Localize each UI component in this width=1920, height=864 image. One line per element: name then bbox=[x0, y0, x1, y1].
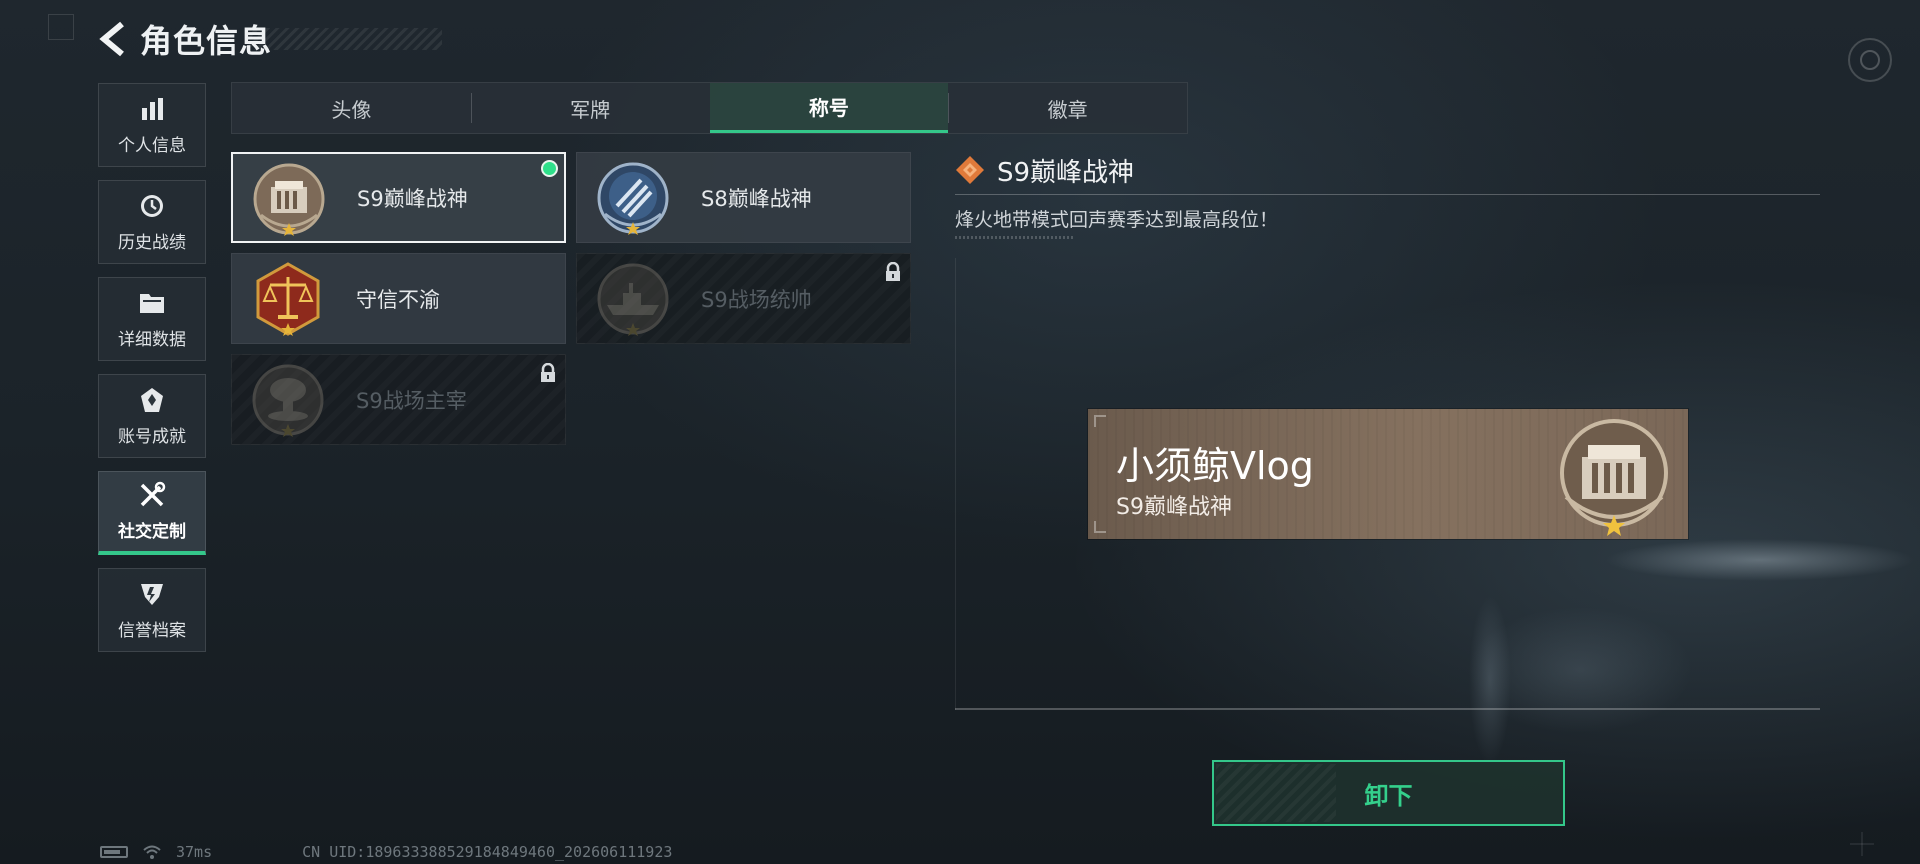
tools-icon bbox=[138, 481, 166, 509]
divider bbox=[955, 236, 1075, 239]
medal-icon bbox=[138, 386, 166, 414]
bar-chart-icon bbox=[138, 95, 166, 123]
title-decoration bbox=[246, 28, 442, 50]
uid-text: CN UID:1896333885291848494​60_2026061119… bbox=[302, 843, 673, 861]
sidebar-item-label: 个人信息 bbox=[118, 135, 186, 156]
detail-header: S9巅峰战神 bbox=[955, 152, 1820, 188]
wifi-icon bbox=[143, 845, 161, 859]
corner-frame-mark bbox=[48, 14, 74, 40]
dam-emblem-icon bbox=[1560, 419, 1668, 536]
status-bar: 37ms CN UID:1896333885291848494​60_20260… bbox=[100, 843, 672, 861]
tab-dog-tag[interactable]: 军牌 bbox=[470, 83, 710, 133]
striped-globe-emblem-icon bbox=[597, 162, 669, 235]
battery-icon bbox=[100, 846, 128, 858]
diamond-icon bbox=[956, 156, 984, 184]
sidebar: 个人信息 历史战绩 详细数据 账号成就 社交定制 信誉档案 bbox=[98, 83, 208, 665]
title-card-label: S9战场统帅 bbox=[701, 287, 812, 312]
sidebar-item-detailed-data[interactable]: 详细数据 bbox=[98, 277, 206, 361]
divider bbox=[955, 194, 1820, 195]
ping-text: 37ms bbox=[176, 843, 213, 861]
dam-emblem-icon bbox=[253, 163, 325, 236]
title-card[interactable]: S9巅峰战神 bbox=[231, 152, 566, 243]
divider bbox=[955, 708, 1820, 710]
sidebar-item-social-custom[interactable]: 社交定制 bbox=[98, 471, 206, 555]
page-title: 角色信息 bbox=[140, 22, 273, 60]
chevron-left-icon bbox=[99, 21, 124, 57]
title-card-label: S8巅峰战神 bbox=[701, 186, 812, 211]
title-card[interactable]: S8巅峰战神 bbox=[576, 152, 911, 243]
sidebar-item-reputation[interactable]: 信誉档案 bbox=[98, 568, 206, 652]
scales-emblem-icon bbox=[256, 262, 320, 336]
app-root: 角色信息 个人信息 历史战绩 详细数据 账号成就 社交定制 信誉档案 头像 军牌… bbox=[0, 0, 1920, 864]
detail-title: S9巅峰战神 bbox=[997, 157, 1135, 188]
sidebar-item-label: 详细数据 bbox=[118, 329, 186, 350]
nameplate-preview: 小须鲸Vlog S9巅峰战神 bbox=[1088, 409, 1688, 539]
unequip-label: 卸下 bbox=[1364, 781, 1413, 810]
equipped-indicator bbox=[541, 160, 558, 177]
sidebar-item-label: 账号成就 bbox=[118, 426, 186, 447]
warship-emblem-icon bbox=[597, 263, 669, 336]
category-tabs: 头像 军牌 称号 徽章 bbox=[231, 82, 1188, 134]
history-clock-icon bbox=[138, 192, 166, 220]
title-card[interactable]: S9战场统帅 bbox=[576, 253, 911, 344]
player-name: 小须鲸Vlog bbox=[1116, 444, 1314, 488]
title-card[interactable]: 守信不渝 bbox=[231, 253, 566, 344]
crosshair-icon bbox=[1850, 832, 1874, 856]
tab-badge[interactable]: 徽章 bbox=[948, 83, 1187, 133]
tab-title[interactable]: 称号 bbox=[709, 83, 949, 133]
sidebar-item-achievements[interactable]: 账号成就 bbox=[98, 374, 206, 458]
nameplate-title: S9巅峰战神 bbox=[1116, 495, 1232, 520]
sidebar-item-personal-info[interactable]: 个人信息 bbox=[98, 83, 206, 167]
title-card-label: 守信不渝 bbox=[356, 287, 440, 312]
title-detail-panel: S9巅峰战神 烽火地带模式回声赛季达到最高段位！ bbox=[955, 152, 1820, 239]
title-card-label: S9巅峰战神 bbox=[357, 186, 468, 211]
detail-description: 烽火地带模式回声赛季达到最高段位！ bbox=[955, 209, 1279, 231]
sidebar-item-label: 信誉档案 bbox=[118, 620, 186, 641]
shield-badge-icon bbox=[138, 580, 166, 608]
tab-avatar[interactable]: 头像 bbox=[232, 83, 471, 133]
sidebar-item-label: 社交定制 bbox=[118, 522, 186, 542]
lock-icon bbox=[541, 363, 555, 382]
folder-icon bbox=[138, 289, 166, 317]
sidebar-item-label: 历史战绩 bbox=[118, 232, 186, 253]
page-header: 角色信息 bbox=[96, 16, 272, 62]
settings-ring-icon[interactable] bbox=[1848, 38, 1892, 82]
lock-icon bbox=[886, 262, 900, 281]
unequip-button[interactable]: 卸下 bbox=[1212, 760, 1565, 826]
back-button[interactable] bbox=[96, 19, 130, 59]
title-card[interactable]: S9战场主宰 bbox=[231, 354, 566, 445]
sidebar-item-history[interactable]: 历史战绩 bbox=[98, 180, 206, 264]
title-card-label: S9战场主宰 bbox=[356, 388, 467, 413]
mushroom-cloud-emblem-icon bbox=[252, 364, 324, 437]
